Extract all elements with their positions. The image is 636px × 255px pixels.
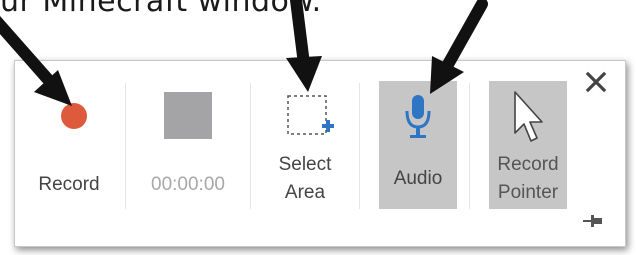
black-arrow-icon <box>286 0 322 92</box>
black-arrow-icon <box>0 15 72 106</box>
black-arrow-icon <box>430 0 488 94</box>
tutorial-screenshot: ur Minecraft window. Record 00:00:00 Sel… <box>0 0 636 255</box>
annotation-arrows <box>0 0 488 106</box>
